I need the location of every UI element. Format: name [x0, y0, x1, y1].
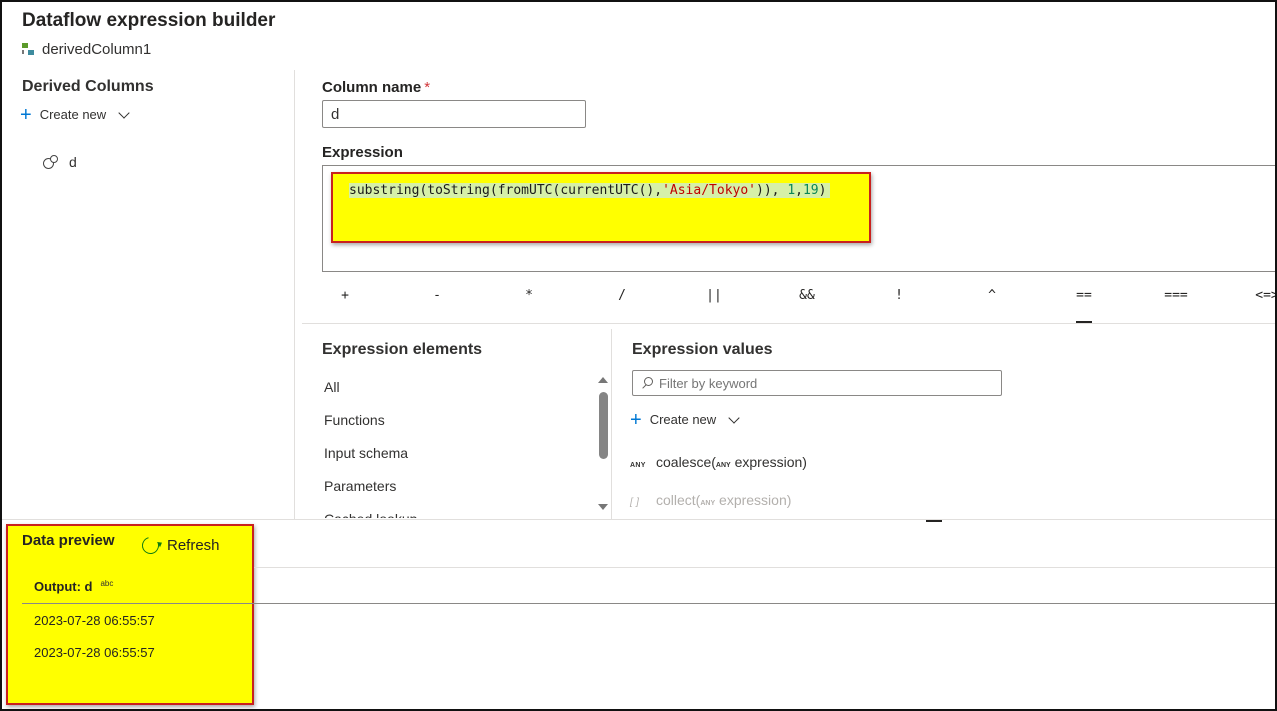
element-item-input-schema[interactable]: Input schema	[324, 438, 594, 471]
output-column-type: abc	[100, 579, 114, 588]
create-new-label: Create new	[649, 412, 717, 427]
create-new-label: Create new	[39, 107, 107, 122]
panel-divider	[294, 70, 295, 520]
column-name-label: Column name *	[322, 79, 430, 96]
operator-plus[interactable]: +	[322, 288, 368, 303]
preview-header-divider	[254, 567, 1275, 568]
element-item-functions[interactable]: Functions	[324, 405, 594, 438]
dataflow-source-label: derivedColumn1	[42, 41, 152, 58]
arg-name: expression)	[719, 492, 792, 508]
expr-suffix: )	[818, 183, 827, 198]
table-row: 2023-07-28 06:55:57	[34, 613, 155, 628]
create-new-column-button[interactable]: + Create new	[20, 103, 130, 126]
derived-column-icon	[22, 42, 36, 57]
expr-num-length: 19	[802, 183, 819, 198]
filter-input[interactable]	[659, 375, 989, 391]
table-row: 2023-07-28 06:55:57	[34, 645, 155, 660]
element-item-cached-lookup[interactable]: Cached lookup	[324, 504, 594, 518]
arg-type: ANY	[700, 500, 716, 507]
expression-builder-window: Dataflow expression builder derivedColum…	[0, 0, 1277, 711]
function-item-collect[interactable]: [ ] collect(ANY expression)	[630, 492, 791, 508]
derived-column-item-label: d	[69, 154, 77, 170]
operator-minus[interactable]: -	[414, 288, 460, 303]
refresh-label: Refresh	[167, 537, 220, 554]
operator-null-safe-equals[interactable]: <=>	[1244, 288, 1275, 303]
operator-multiply[interactable]: *	[506, 288, 552, 303]
scroll-down-arrow-icon[interactable]	[598, 504, 608, 510]
expression-values-heading: Expression values	[632, 341, 773, 358]
elements-scrollbar-thumb[interactable]	[599, 392, 608, 459]
filter-box[interactable]	[632, 370, 1002, 396]
preview-table-divider	[22, 603, 1275, 604]
function-item-coalesce[interactable]: ANY coalesce(ANY expression)	[630, 454, 807, 470]
expr-num-start: 1	[787, 183, 796, 198]
operator-not[interactable]: !	[876, 288, 922, 303]
expr-string-literal: 'Asia/Tokyo'	[662, 183, 756, 198]
operator-xor[interactable]: ^	[969, 288, 1015, 303]
element-item-parameters[interactable]: Parameters	[324, 471, 594, 504]
toolbar-divider	[302, 323, 1275, 324]
plus-icon: +	[20, 103, 32, 126]
operator-equals[interactable]: ==	[1061, 288, 1107, 303]
chevron-down-icon	[118, 106, 130, 119]
data-preview-title: Data preview	[22, 532, 115, 549]
operator-strict-equals[interactable]: ===	[1153, 288, 1199, 303]
type-badge-array: [ ]	[630, 497, 640, 508]
expression-elements-heading: Expression elements	[322, 341, 483, 358]
output-column-header: Output: d abc	[34, 579, 113, 594]
dataflow-source: derivedColumn1	[22, 41, 151, 58]
expr-prefix: substring(toString(fromUTC(currentUTC(),	[349, 183, 663, 198]
type-badge-any: ANY	[630, 462, 646, 469]
expr-comma: ,	[795, 183, 803, 198]
derived-columns-heading: Derived Columns	[22, 78, 154, 95]
derived-column-gear-icon	[42, 154, 58, 170]
expression-label: Expression	[322, 144, 403, 161]
required-mark: *	[424, 79, 431, 96]
column-name-input[interactable]	[322, 100, 586, 128]
chevron-down-icon	[728, 411, 740, 424]
expr-middle: )),	[756, 183, 788, 198]
expression-elements-list: All Functions Input schema Parameters Ca…	[324, 372, 594, 518]
output-column-name: Output: d	[34, 579, 93, 594]
search-icon	[641, 377, 653, 389]
elements-values-divider	[611, 329, 612, 519]
function-name: collect(ANY expression)	[656, 492, 791, 508]
expression-code[interactable]: substring(toString(fromUTC(currentUTC(),…	[349, 183, 831, 198]
derived-column-item-d[interactable]: d	[42, 154, 77, 170]
element-item-all[interactable]: All	[324, 372, 594, 405]
refresh-icon	[138, 533, 163, 558]
create-new-value-button[interactable]: + Create new	[630, 408, 740, 431]
arg-name: expression)	[734, 454, 807, 470]
operator-toolbar: + - * / || && ! ^ == === <=>	[322, 282, 1275, 323]
values-scroll-indicator	[926, 520, 942, 522]
arg-type: ANY	[715, 462, 731, 469]
scroll-up-arrow-icon[interactable]	[598, 377, 608, 383]
page-title: Dataflow expression builder	[22, 10, 276, 31]
operator-and[interactable]: &&	[784, 288, 830, 303]
column-name-label-text: Column name	[322, 79, 422, 96]
operator-concat[interactable]: ||	[691, 288, 737, 303]
plus-icon: +	[630, 408, 642, 431]
refresh-button[interactable]: Refresh	[138, 533, 220, 558]
function-name: coalesce(ANY expression)	[656, 454, 807, 470]
function-name-text: collect(	[656, 492, 701, 508]
operator-divide[interactable]: /	[599, 288, 645, 303]
function-name-text: coalesce(	[656, 454, 716, 470]
preview-divider	[2, 519, 1275, 520]
